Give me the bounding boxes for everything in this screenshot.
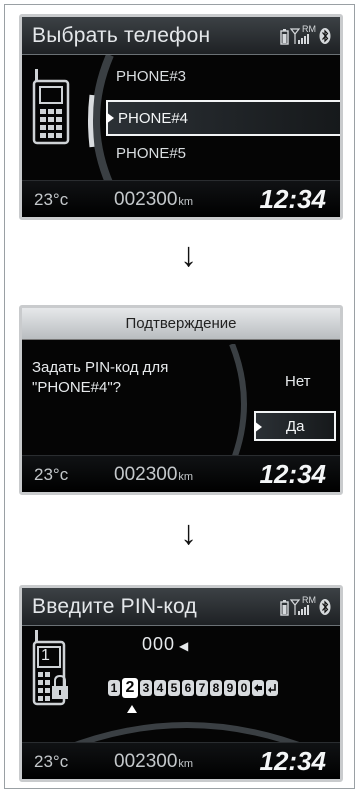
confirm-screen: Подтверждение Задать PIN-код для "PHONE#… xyxy=(19,305,343,495)
battery-icon xyxy=(280,29,289,45)
option-yes-label: Да xyxy=(286,418,305,435)
odometer-value: 002300 xyxy=(114,189,178,210)
digit-key[interactable]: 3 xyxy=(140,680,152,696)
digit-key[interactable]: 8 xyxy=(210,680,222,696)
phone-list-item-label: PHONE#4 xyxy=(118,110,189,127)
pin-value[interactable]: 000 ◀ xyxy=(142,634,189,655)
odometer: 002300km xyxy=(114,189,193,211)
status-bar: 23°c 002300km 12:34 xyxy=(22,180,340,217)
status-bar: 23°c 002300km 12:34 xyxy=(22,455,340,492)
lock-icon xyxy=(52,674,68,699)
down-arrow-icon: ↓ xyxy=(180,514,197,552)
odometer-unit: km xyxy=(178,758,194,770)
title-bar: Выбрать телефон RM xyxy=(22,17,340,55)
selection-pointer-icon xyxy=(254,421,262,433)
phone-icon xyxy=(32,69,72,150)
screen-title: Подтверждение xyxy=(22,308,340,340)
digit-key-selected[interactable]: 2 xyxy=(122,678,138,698)
status-icons: RM xyxy=(280,594,332,618)
enter-icon xyxy=(268,684,276,693)
bluetooth-icon xyxy=(319,599,331,615)
clock: 12:34 xyxy=(259,184,327,214)
odometer-value: 002300 xyxy=(114,751,178,772)
delete-icon xyxy=(254,684,262,692)
down-arrow-icon: ↓ xyxy=(180,236,197,274)
phone-slot-number: 1 xyxy=(41,647,50,664)
phone-list-item-selected[interactable]: PHONE#4 xyxy=(106,100,340,136)
clock: 12:34 xyxy=(259,459,327,489)
battery-icon xyxy=(280,600,289,616)
digit-key[interactable]: 5 xyxy=(168,680,180,696)
title-bar: Введите PIN-код RM xyxy=(22,588,340,626)
odometer: 002300km xyxy=(114,464,193,486)
option-no[interactable]: Нет xyxy=(285,373,311,390)
option-scroll-arc xyxy=(222,342,252,469)
roaming-icon: RM xyxy=(302,24,316,34)
roaming-icon: RM xyxy=(302,595,316,605)
confirm-question: Задать PIN-код для "PHONE#4"? xyxy=(32,359,169,396)
digit-key[interactable]: 4 xyxy=(154,680,166,696)
screen-title: Введите PIN-код xyxy=(32,595,197,618)
delete-key[interactable] xyxy=(252,680,264,696)
clock: 12:34 xyxy=(259,746,327,776)
digit-key[interactable]: 0 xyxy=(238,680,250,696)
enter-key[interactable] xyxy=(266,680,278,696)
pin-entry-screen: Введите PIN-код RM 1 000 ◀ 1 2 3 4 5 6 7… xyxy=(19,585,343,782)
temperature: 23°c xyxy=(34,465,69,484)
temperature: 23°c xyxy=(34,190,69,209)
temperature: 23°c xyxy=(34,752,69,771)
odometer-value: 002300 xyxy=(114,464,178,485)
odometer: 002300km xyxy=(114,751,193,773)
option-yes[interactable]: Да xyxy=(254,411,336,441)
digit-key[interactable]: 1 xyxy=(108,680,120,696)
select-phone-screen: Выбрать телефон RM PHONE#3 PHONE#4 PHONE… xyxy=(19,14,343,220)
odometer-unit: km xyxy=(178,196,194,208)
digit-key[interactable]: 9 xyxy=(224,680,236,696)
locked-phone-icon: 1 xyxy=(32,630,72,708)
odometer-unit: km xyxy=(178,471,194,483)
bluetooth-icon xyxy=(319,28,331,44)
digit-key[interactable]: 6 xyxy=(182,680,194,696)
digit-key[interactable]: 7 xyxy=(196,680,208,696)
pin-value-text: 000 xyxy=(142,634,176,654)
status-icons: RM xyxy=(280,23,332,47)
status-bar: 23°c 002300km 12:34 xyxy=(22,742,340,779)
phone-list-item[interactable]: PHONE#5 xyxy=(116,145,186,162)
phone-list-item[interactable]: PHONE#3 xyxy=(116,68,186,85)
backspace-cursor-icon: ◀ xyxy=(179,639,190,653)
screen-title: Выбрать телефон xyxy=(32,24,211,47)
selection-pointer-icon xyxy=(106,112,114,124)
